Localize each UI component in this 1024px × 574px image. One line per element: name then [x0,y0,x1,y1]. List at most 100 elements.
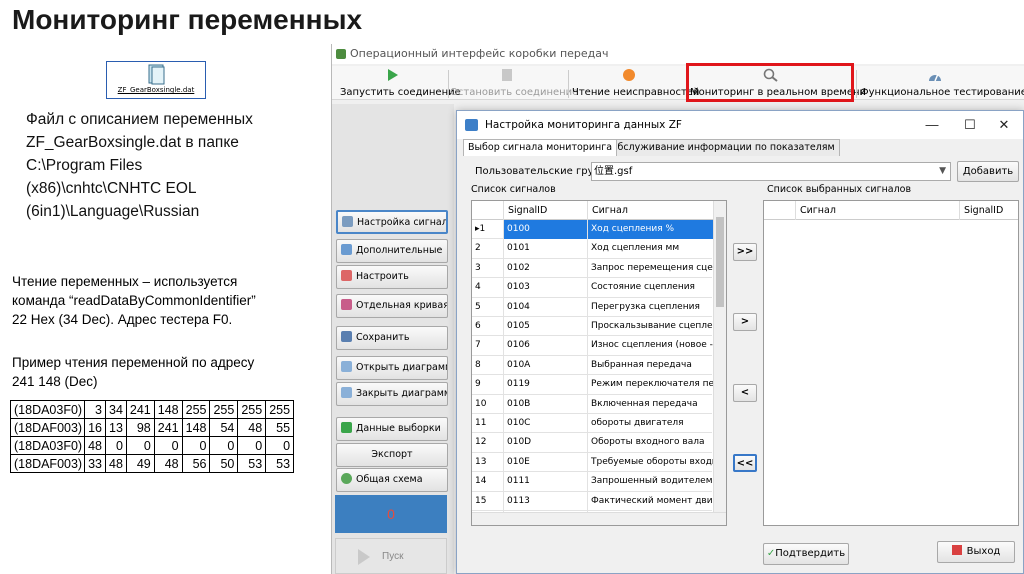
table-row[interactable]: 10 010B Включенная передача [472,394,716,414]
header-signal-id: SignalID [960,201,1018,220]
scroll-thumb[interactable] [716,217,724,307]
table-row[interactable]: 4 0103 Состояние сцепления [472,278,716,298]
additional-button[interactable]: Дополнительные [336,239,448,263]
close-diagram-button[interactable]: Закрыть диаграмму [336,382,448,406]
table-row[interactable]: ▸1 0100 Ход сцепления % [472,220,716,240]
table-row[interactable]: 30102Запрос перемещения сцепле [472,258,716,279]
configure-button[interactable]: Настроить [336,265,448,289]
slide-title: Мониторинг переменных [12,4,363,35]
hex-byte: 241 [153,418,183,437]
row-signal: Включенная передача [588,394,716,414]
vertical-scrollbar[interactable] [713,201,726,525]
row-signal: Состояние сцепления [588,278,716,298]
dialog-title: Настройка мониторинга данных ZF [485,119,682,131]
hex-byte: 0 [237,436,267,455]
table-row[interactable]: 5 0104 Перегрузка сцепления [472,297,716,317]
signals-list-title: Список сигналов [469,184,558,195]
table-row[interactable]: 9 0119 Режим переключателя пере [472,375,716,395]
hex-byte: 34 [105,400,127,419]
app-icon [336,49,346,59]
hex-byte: 0 [265,436,295,455]
move-all-right-button[interactable]: >> [733,243,757,261]
row-index: 4 [472,278,504,298]
table-header: SignalID Сигнал [472,201,726,220]
curve-icon [341,299,352,310]
check-icon [341,422,352,433]
button-label: Экспорт [371,449,413,460]
play-icon [388,69,398,81]
signal-setup-button[interactable]: Настройка сигнала [336,210,448,234]
button-label: Данные выборки [356,423,441,434]
confirm-button[interactable]: ✓Подтвердить [763,543,849,565]
hex-row: (18DA03F0) 48 0 0 0 0 0 0 0 [9,436,295,455]
globe-icon [341,473,352,484]
hex-table: (18DA03F0) 3 34 241 148 255 255 255 255 (18DAF003… [9,400,295,473]
hex-byte: 56 [181,454,211,473]
row-index: ▸1 [472,220,504,239]
hex-byte: 0 [125,436,155,455]
value-display: 0 [335,495,447,533]
stop-icon [502,69,512,81]
row-index: 6 [472,317,504,336]
toolbar-separator [568,70,569,98]
overview-button[interactable]: Общая схема [336,468,448,492]
move-left-button[interactable]: < [733,384,757,402]
stop-connection-button[interactable]: Остановить соединение [450,66,578,100]
function-test-button[interactable]: Функциональное тестирование [860,66,1024,100]
horizontal-scrollbar[interactable] [472,512,726,525]
row-index: 14 [472,472,504,492]
row-signal: обороты двигателя [588,414,716,433]
row-signal: Режим переключателя пере [588,375,716,395]
start-connection-button[interactable]: Запустить соединение [340,66,461,100]
row-signal-id: 0111 [504,472,588,492]
confirm-label: Подтвердить [775,548,846,559]
row-signal-id: 0106 [504,336,588,356]
tab-signal-select[interactable]: Выбор сигнала мониторинга [463,139,618,156]
run-button[interactable]: Пуск [335,538,447,574]
hex-table-wrap: (18DA03F0) 3 34 241 148 255 255 255 255 (18DAF003… [9,400,295,473]
close-button[interactable]: ✕ [989,111,1019,139]
table-row[interactable]: 2 0101 Ход сцепления мм [472,239,716,259]
read-faults-button[interactable]: Чтение неисправностей [572,66,699,100]
save-button[interactable]: Сохранить [336,326,448,350]
toolbar-label: Запустить соединение [340,87,461,98]
row-index: 3 [472,258,504,278]
hex-byte: 53 [237,454,267,473]
sample-data-button[interactable]: Данные выборки [336,417,448,441]
hex-byte: 55 [265,418,295,437]
table-row[interactable]: 11 010C обороты двигателя [472,414,716,434]
open-diagram-button[interactable]: Открыть диаграмму [336,356,448,380]
move-all-left-button[interactable]: << [733,454,757,472]
hex-row: (18DAF003) 33 48 49 48 56 50 53 53 [9,454,295,473]
maximize-button[interactable]: ☐ [955,111,985,139]
table-row[interactable]: 8 010A Выбранная передача [472,355,716,376]
gear-icon [342,216,353,227]
single-curve-button[interactable]: Отдельная кривая [336,294,448,318]
hex-byte: 48 [237,418,267,437]
table-row[interactable]: 12 010D Обороты входного вала [472,433,716,453]
add-button[interactable]: Добавить [957,161,1019,182]
hex-byte: 13 [105,418,127,437]
table-row[interactable]: 7 0106 Износ сцепления (новое - 0 [472,336,716,356]
tab-info-service[interactable]: Обслуживание информации по показателям [605,139,840,156]
hex-address: (18DA03F0) [9,436,86,455]
move-right-button[interactable]: > [733,313,757,331]
groups-combo[interactable]: 位置.gsf ▼ [591,162,951,181]
table-row[interactable]: 15 0113 Фактический момент двига [472,491,716,511]
table-row[interactable]: 6 0105 Проскальзывание сцеплени [472,317,716,337]
hex-address: (18DAF003) [9,454,86,473]
row-signal: Износ сцепления (новое - 0 [588,336,716,356]
export-button[interactable]: Экспорт [336,443,448,467]
example-line: Пример чтения переменной по адресу [12,355,255,370]
exit-button[interactable]: Выход [937,541,1015,563]
dialog-icon [465,119,478,131]
table-row[interactable]: 14 0111 Запрошенный водителем м [472,472,716,492]
table-row[interactable]: 13 010E Требуемые обороты входно [472,452,716,473]
exit-label: Выход [966,546,1001,557]
minimize-button[interactable]: — [917,111,947,139]
row-signal-id: 0103 [504,278,588,298]
hex-byte: 0 [209,436,239,455]
test-icon [929,73,941,82]
row-signal: Проскальзывание сцеплени [588,317,716,336]
example-description: Пример чтения переменной по адресу 241 1… [12,353,322,391]
